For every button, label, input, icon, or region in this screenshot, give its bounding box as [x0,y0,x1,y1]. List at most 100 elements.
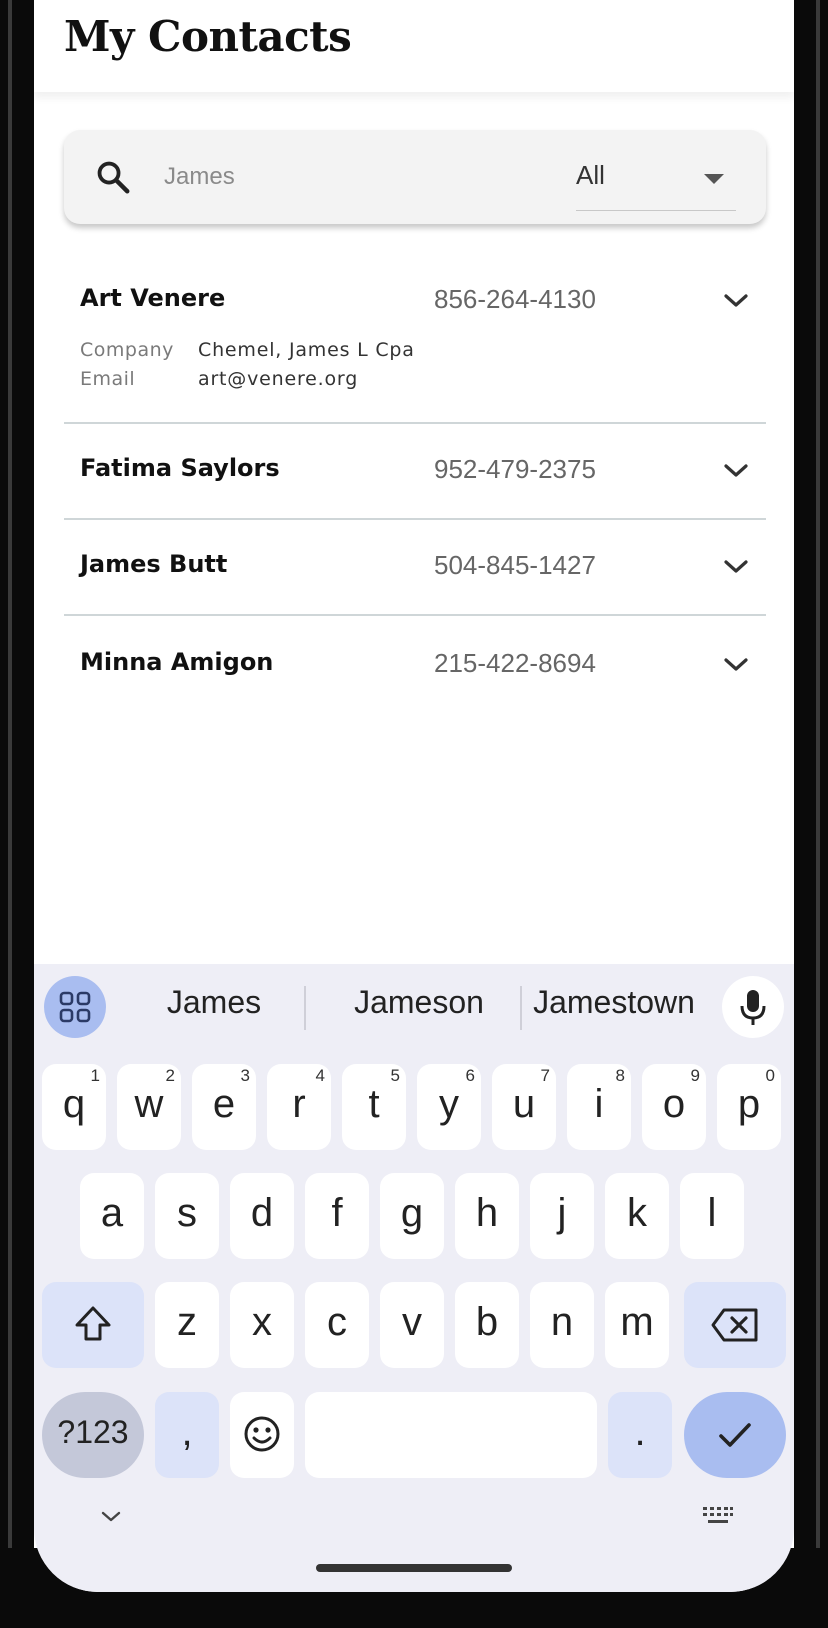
key-q[interactable]: q1 [42,1064,106,1150]
key-u[interactable]: u7 [492,1064,556,1150]
company-value: Chemel, James L Cpa [198,339,415,361]
key-hint: 4 [315,1066,325,1085]
key-label: u [512,1082,536,1126]
key-m[interactable]: m [605,1282,669,1368]
key-z[interactable]: z [155,1282,219,1368]
apps-grid-icon [59,991,91,1023]
key-g[interactable]: g [380,1173,444,1259]
key-label: w [134,1082,164,1126]
space-key[interactable] [305,1392,597,1478]
on-screen-keyboard: James Jameson Jamestown q1 w2 e3 r4 t5 y… [34,964,794,1592]
contact-item[interactable]: Minna Amigon 215-422-8694 [64,614,766,710]
key-hint: 6 [465,1066,475,1085]
filter-selected-value: All [576,160,605,190]
key-hint: 7 [540,1066,550,1085]
emoji-key[interactable] [230,1392,294,1478]
contact-name: Minna Amigon [80,648,274,676]
key-hint: 5 [390,1066,400,1085]
contact-name: Art Venere [80,284,226,312]
app-header: My Contacts [34,0,794,92]
chevron-up-down-icon[interactable] [722,292,750,310]
key-p[interactable]: p0 [717,1064,781,1150]
contact-phone: 856-264-4130 [434,284,596,314]
chevron-down-icon[interactable] [722,558,750,576]
checkmark-icon [719,1423,751,1447]
phone-frame-right [794,0,828,1628]
key-hint: 8 [615,1066,625,1085]
key-label: i [594,1082,604,1126]
shift-icon [75,1306,111,1341]
contact-item-expanded[interactable]: Art Venere 856-264-4130 Company Chemel, … [64,256,766,424]
chevron-down-icon[interactable] [722,656,750,674]
home-indicator[interactable] [316,1564,512,1572]
suggestion-item[interactable]: James [134,984,294,1021]
phone-frame-left [0,0,34,1628]
key-hint: 9 [690,1066,700,1085]
contact-item[interactable]: James Butt 504-845-1427 [64,518,766,616]
shift-key[interactable] [42,1282,144,1368]
microphone-icon [740,990,766,1025]
key-b[interactable]: b [455,1282,519,1368]
key-t[interactable]: t5 [342,1064,406,1150]
screen: My Contacts All Art Venere 856-264-4130 … [34,0,794,1592]
dropdown-arrow-icon [704,174,724,184]
key-f[interactable]: f [305,1173,369,1259]
chevron-down-icon[interactable] [100,1510,122,1524]
key-hint: 1 [90,1066,100,1085]
chevron-down-icon[interactable] [722,462,750,480]
key-v[interactable]: v [380,1282,444,1368]
symbols-key[interactable]: ?123 [42,1392,144,1478]
contact-item[interactable]: Fatima Saylors 952-479-2375 [64,422,766,520]
key-hint: 0 [765,1066,775,1085]
key-s[interactable]: s [155,1173,219,1259]
key-y[interactable]: y6 [417,1064,481,1150]
key-label: t [368,1082,380,1126]
key-label: y [439,1082,459,1126]
period-key[interactable]: . [608,1392,672,1478]
backspace-icon [711,1308,758,1342]
contact-phone: 504-845-1427 [434,550,596,580]
filter-select[interactable]: All [576,148,736,211]
key-w[interactable]: w2 [117,1064,181,1150]
company-label: Company [80,339,174,361]
key-j[interactable]: j [530,1173,594,1259]
key-h[interactable]: h [455,1173,519,1259]
key-a[interactable]: a [80,1173,144,1259]
suggestion-divider [520,986,522,1030]
keyboard-icon[interactable] [702,1506,734,1526]
email-value: art@venere.org [198,368,359,390]
key-x[interactable]: x [230,1282,294,1368]
key-l[interactable]: l [680,1173,744,1259]
key-d[interactable]: d [230,1173,294,1259]
suggestion-divider [304,986,306,1030]
search-input[interactable] [164,152,524,202]
apps-grid-button[interactable] [44,976,106,1038]
key-hint: 2 [165,1066,175,1085]
emoji-icon [244,1416,280,1452]
key-k[interactable]: k [605,1173,669,1259]
enter-key[interactable] [684,1392,786,1478]
search-bar: All [64,130,766,224]
key-c[interactable]: c [305,1282,369,1368]
contact-phone: 952-479-2375 [434,454,596,484]
key-r[interactable]: r4 [267,1064,331,1150]
comma-key[interactable]: , [155,1392,219,1478]
page-title: My Contacts [64,12,352,61]
suggestion-item[interactable]: Jameson [314,984,524,1021]
key-label: o [662,1082,686,1126]
key-n[interactable]: n [530,1282,594,1368]
suggestion-item[interactable]: Jamestown [524,984,704,1021]
contact-name: Fatima Saylors [80,454,280,482]
email-label: Email [80,368,136,390]
key-label: p [737,1082,761,1126]
key-i[interactable]: i8 [567,1064,631,1150]
backspace-key[interactable] [684,1282,786,1368]
key-label: r [292,1082,306,1126]
voice-input-button[interactable] [722,976,784,1038]
contact-name: James Butt [80,550,228,578]
key-label: q [62,1082,86,1126]
search-icon[interactable] [94,158,132,196]
key-o[interactable]: o9 [642,1064,706,1150]
key-e[interactable]: e3 [192,1064,256,1150]
key-label: e [212,1082,236,1126]
